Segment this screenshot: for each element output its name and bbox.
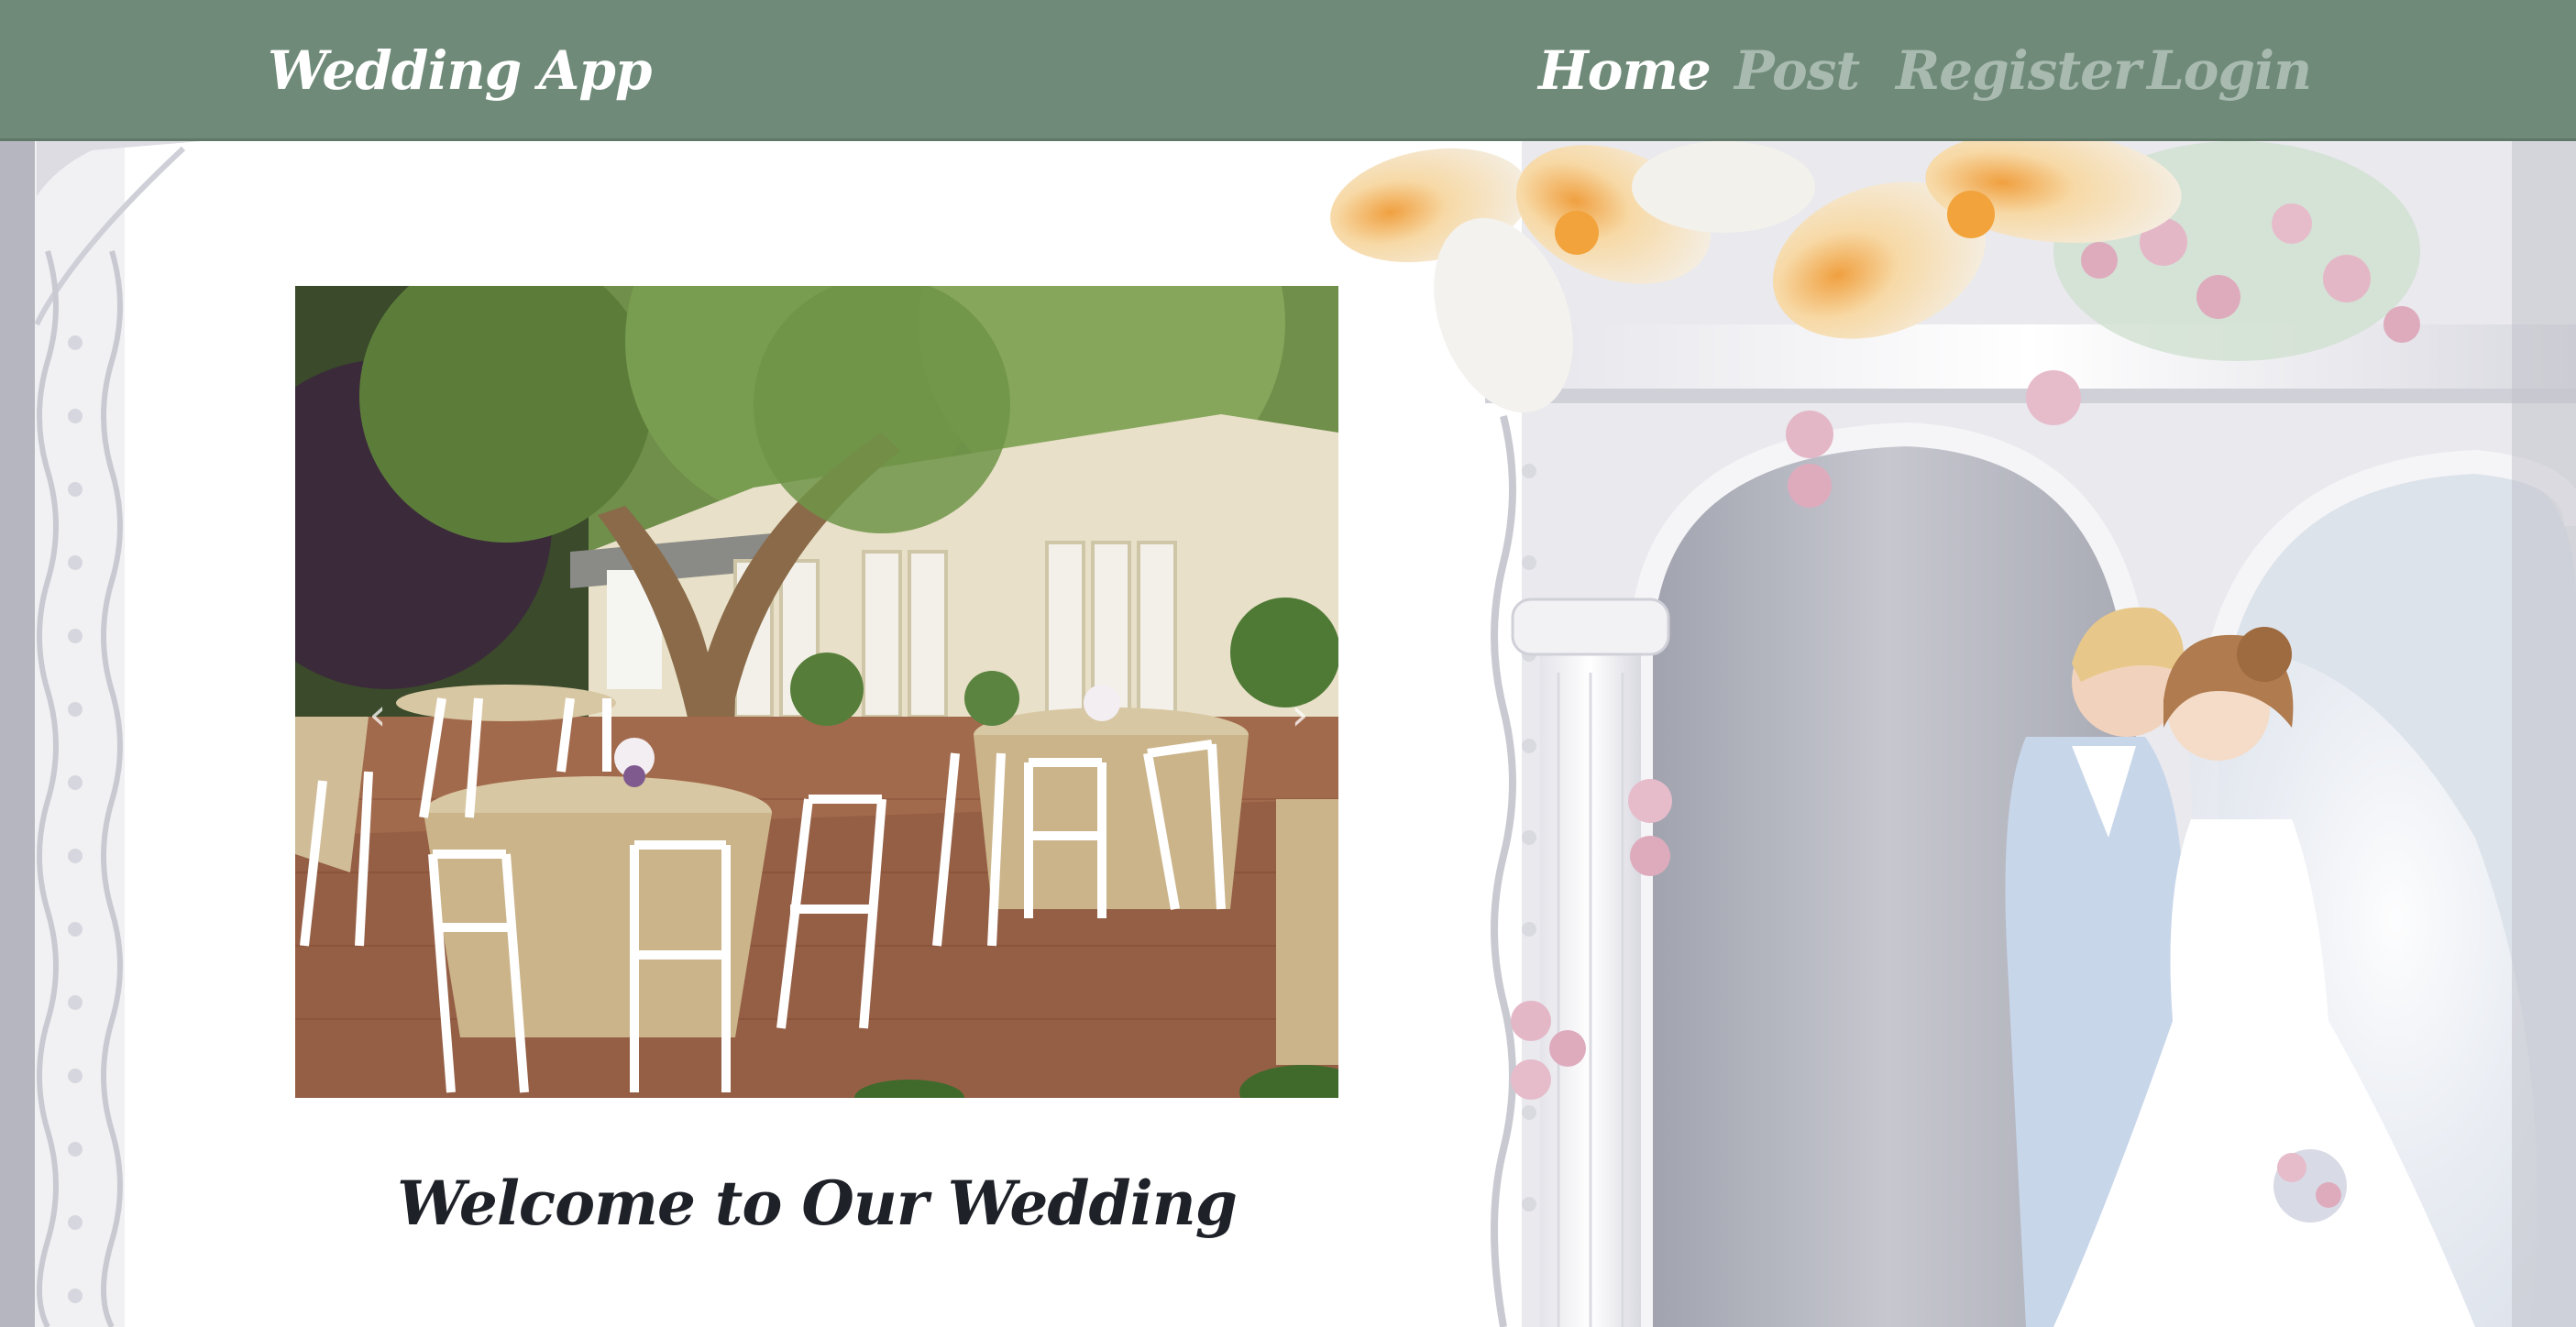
navbar: Wedding App Home Post Register Login	[0, 0, 2576, 141]
brand-logo[interactable]: Wedding App	[268, 27, 652, 114]
venue-photo	[295, 286, 1338, 1098]
welcome-heading: Welcome to Our Wedding	[397, 1168, 1238, 1239]
nav-link-register[interactable]: Register	[1896, 27, 2141, 114]
nav-link-login[interactable]: Login	[2147, 27, 2312, 114]
nav-link-home[interactable]: Home	[1538, 27, 1712, 114]
chevron-left-icon[interactable]: ‹	[358, 687, 398, 742]
nav-link-post[interactable]: Post	[1734, 27, 1860, 114]
carousel-slide[interactable]	[295, 286, 1338, 1098]
chevron-right-icon[interactable]: ›	[1280, 687, 1320, 742]
